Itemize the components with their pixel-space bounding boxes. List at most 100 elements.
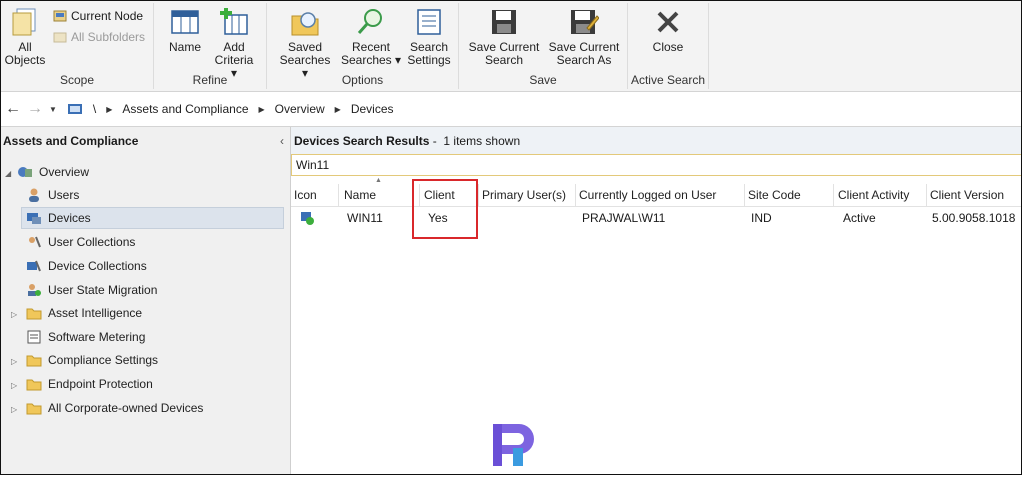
results-title: Devices Search Results bbox=[294, 134, 430, 148]
navigation-buttons: ← → ▼ bbox=[5, 100, 57, 118]
ribbon-group-save: Save Current Search Save Current Search … bbox=[459, 3, 628, 89]
software-metering-icon bbox=[27, 330, 41, 344]
history-dropdown-icon[interactable]: ▼ bbox=[49, 105, 57, 114]
scope-group-label: Scope bbox=[59, 73, 95, 87]
tree-item-software-metering[interactable]: Software Metering bbox=[26, 326, 145, 348]
table-row[interactable]: WIN11 Yes PRAJWAL\W11 IND Active 5.00.90… bbox=[291, 207, 1021, 229]
collapsed-arrow-icon[interactable]: ▷ bbox=[11, 381, 17, 390]
search-input-value: Win11 bbox=[296, 158, 330, 172]
forward-arrow-icon[interactable]: → bbox=[27, 100, 43, 118]
results-pane: Devices Search Results - 1 items shown W… bbox=[291, 127, 1021, 474]
add-criteria-button[interactable]: Add Criteria ▾ bbox=[210, 7, 258, 80]
add-criteria-icon bbox=[219, 7, 249, 37]
collapsed-arrow-icon[interactable]: ▷ bbox=[11, 405, 17, 414]
column-header-icon[interactable]: Icon bbox=[291, 184, 339, 206]
all-subfolders-icon bbox=[53, 32, 67, 43]
column-header-client-version[interactable]: Client Version bbox=[927, 184, 1021, 206]
cell-logged-on-user: PRAJWAL\W11 bbox=[582, 211, 666, 225]
breadcrumb-root[interactable]: \ bbox=[93, 102, 96, 116]
folder-icon bbox=[26, 308, 42, 320]
tree-item-users[interactable]: Users bbox=[26, 184, 79, 206]
save-current-search-as-button[interactable]: Save Current Search As bbox=[545, 7, 623, 67]
close-icon bbox=[653, 7, 683, 37]
saved-searches-button[interactable]: Saved Searches ▾ bbox=[275, 7, 335, 80]
navigation-pane-title: Assets and Compliance bbox=[3, 134, 139, 148]
column-header-client-activity[interactable]: Client Activity bbox=[834, 184, 927, 206]
navigation-pane: Assets and Compliance ‹ ◢ Overview Users… bbox=[1, 127, 291, 474]
user-state-migration-icon bbox=[28, 284, 41, 296]
column-header-name[interactable]: Name bbox=[339, 184, 420, 206]
folder-icon bbox=[26, 403, 42, 415]
tree-item-device-collections[interactable]: Device Collections bbox=[26, 255, 147, 277]
column-header-site-code[interactable]: Site Code bbox=[745, 184, 834, 206]
tree-item-asset-intelligence[interactable]: Asset Intelligence bbox=[26, 302, 142, 324]
device-collections-icon bbox=[27, 260, 41, 272]
current-node-button[interactable]: Current Node bbox=[53, 9, 143, 23]
floppy-disk-icon bbox=[489, 7, 519, 37]
breadcrumb-separator-icon: ▶ bbox=[106, 104, 113, 114]
collapsed-arrow-icon[interactable]: ▷ bbox=[11, 357, 17, 366]
console-window: All Objects Current Node All Subfolders … bbox=[0, 0, 1022, 475]
collapsed-arrow-icon[interactable]: ▷ bbox=[11, 310, 17, 319]
user-collections-icon bbox=[29, 236, 41, 248]
ribbon-group-refine: Name Add Criteria ▾ Refine bbox=[154, 3, 267, 89]
column-header-primary-users[interactable]: Primary User(s) bbox=[479, 184, 576, 206]
tree-item-overview[interactable]: Overview bbox=[17, 161, 89, 183]
tree-item-user-collections[interactable]: User Collections bbox=[26, 231, 135, 253]
results-count: - 1 items shown bbox=[429, 134, 521, 148]
options-group-label: Options bbox=[341, 73, 384, 87]
floppy-disk-edit-icon bbox=[569, 7, 599, 37]
search-settings-button[interactable]: Search Settings bbox=[403, 7, 455, 67]
ribbon-group-active-search: Close Active Search bbox=[628, 3, 709, 89]
cell-primary-users bbox=[479, 207, 576, 229]
current-node-icon bbox=[53, 10, 67, 22]
cell-client-version: 5.00.9058.1018 bbox=[932, 211, 1016, 225]
device-status-icon bbox=[291, 207, 339, 229]
cell-name: WIN11 bbox=[347, 211, 383, 225]
back-arrow-icon[interactable]: ← bbox=[5, 100, 21, 118]
ribbon-group-options: Saved Searches ▾ Recent Searches ▾ Searc… bbox=[267, 3, 459, 89]
cell-site-code: IND bbox=[751, 211, 772, 225]
recent-searches-icon bbox=[356, 7, 386, 37]
breadcrumb-assets-and-compliance[interactable]: Assets and Compliance bbox=[122, 102, 248, 116]
folder-icon bbox=[26, 379, 42, 391]
recent-searches-button[interactable]: Recent Searches ▾ bbox=[339, 7, 403, 67]
all-objects-button[interactable]: All Objects bbox=[3, 7, 47, 67]
name-button[interactable]: Name bbox=[164, 7, 206, 54]
tree-item-compliance-settings[interactable]: Compliance Settings bbox=[26, 349, 158, 371]
address-bar: ← → ▼ \ ▶ Assets and Compliance ▶ Overvi… bbox=[1, 92, 1021, 127]
watermark-logo-icon bbox=[493, 424, 534, 466]
tree-item-devices[interactable]: Devices bbox=[21, 207, 284, 229]
ribbon-group-scope: All Objects Current Node All Subfolders … bbox=[1, 3, 154, 89]
column-headers: Icon Name Client Primary User(s) Current… bbox=[291, 184, 1021, 207]
cell-client-activity: Active bbox=[843, 211, 876, 225]
breadcrumb-devices[interactable]: Devices bbox=[351, 102, 394, 116]
close-button[interactable]: Close bbox=[640, 7, 696, 54]
users-icon bbox=[29, 188, 39, 202]
results-header: Devices Search Results - 1 items shown bbox=[291, 127, 1021, 155]
search-settings-icon bbox=[414, 7, 444, 37]
save-group-label: Save bbox=[529, 73, 557, 87]
console-icon bbox=[67, 104, 82, 114]
navigation-pane-header: Assets and Compliance ‹ bbox=[1, 127, 290, 155]
ribbon: All Objects Current Node All Subfolders … bbox=[1, 1, 1021, 92]
search-input[interactable]: Win11 bbox=[291, 154, 1021, 176]
client-column-highlight-box bbox=[412, 179, 478, 239]
breadcrumb-separator-icon: ▶ bbox=[334, 104, 341, 114]
save-current-search-button[interactable]: Save Current Search bbox=[467, 7, 541, 67]
all-objects-icon bbox=[10, 7, 40, 37]
tree-item-user-state-migration[interactable]: User State Migration bbox=[26, 279, 157, 301]
overview-icon bbox=[18, 167, 32, 177]
sort-ascending-icon: ▲ bbox=[375, 177, 382, 184]
saved-searches-icon bbox=[290, 7, 320, 37]
tree-item-endpoint-protection[interactable]: Endpoint Protection bbox=[26, 373, 153, 395]
all-subfolders-button[interactable]: All Subfolders bbox=[53, 30, 145, 44]
expanded-arrow-icon[interactable]: ◢ bbox=[5, 169, 11, 178]
folder-icon bbox=[26, 355, 42, 367]
refine-group-label: Refine bbox=[192, 73, 228, 87]
breadcrumb-overview[interactable]: Overview bbox=[275, 102, 325, 116]
tree-item-all-corporate-owned-devices[interactable]: All Corporate-owned Devices bbox=[26, 397, 203, 419]
column-header-currently-logged-on-user[interactable]: Currently Logged on User bbox=[576, 184, 745, 206]
breadcrumb: \ ▶ Assets and Compliance ▶ Overview ▶ D… bbox=[67, 102, 394, 116]
collapse-pane-icon[interactable]: ‹ bbox=[280, 134, 284, 148]
